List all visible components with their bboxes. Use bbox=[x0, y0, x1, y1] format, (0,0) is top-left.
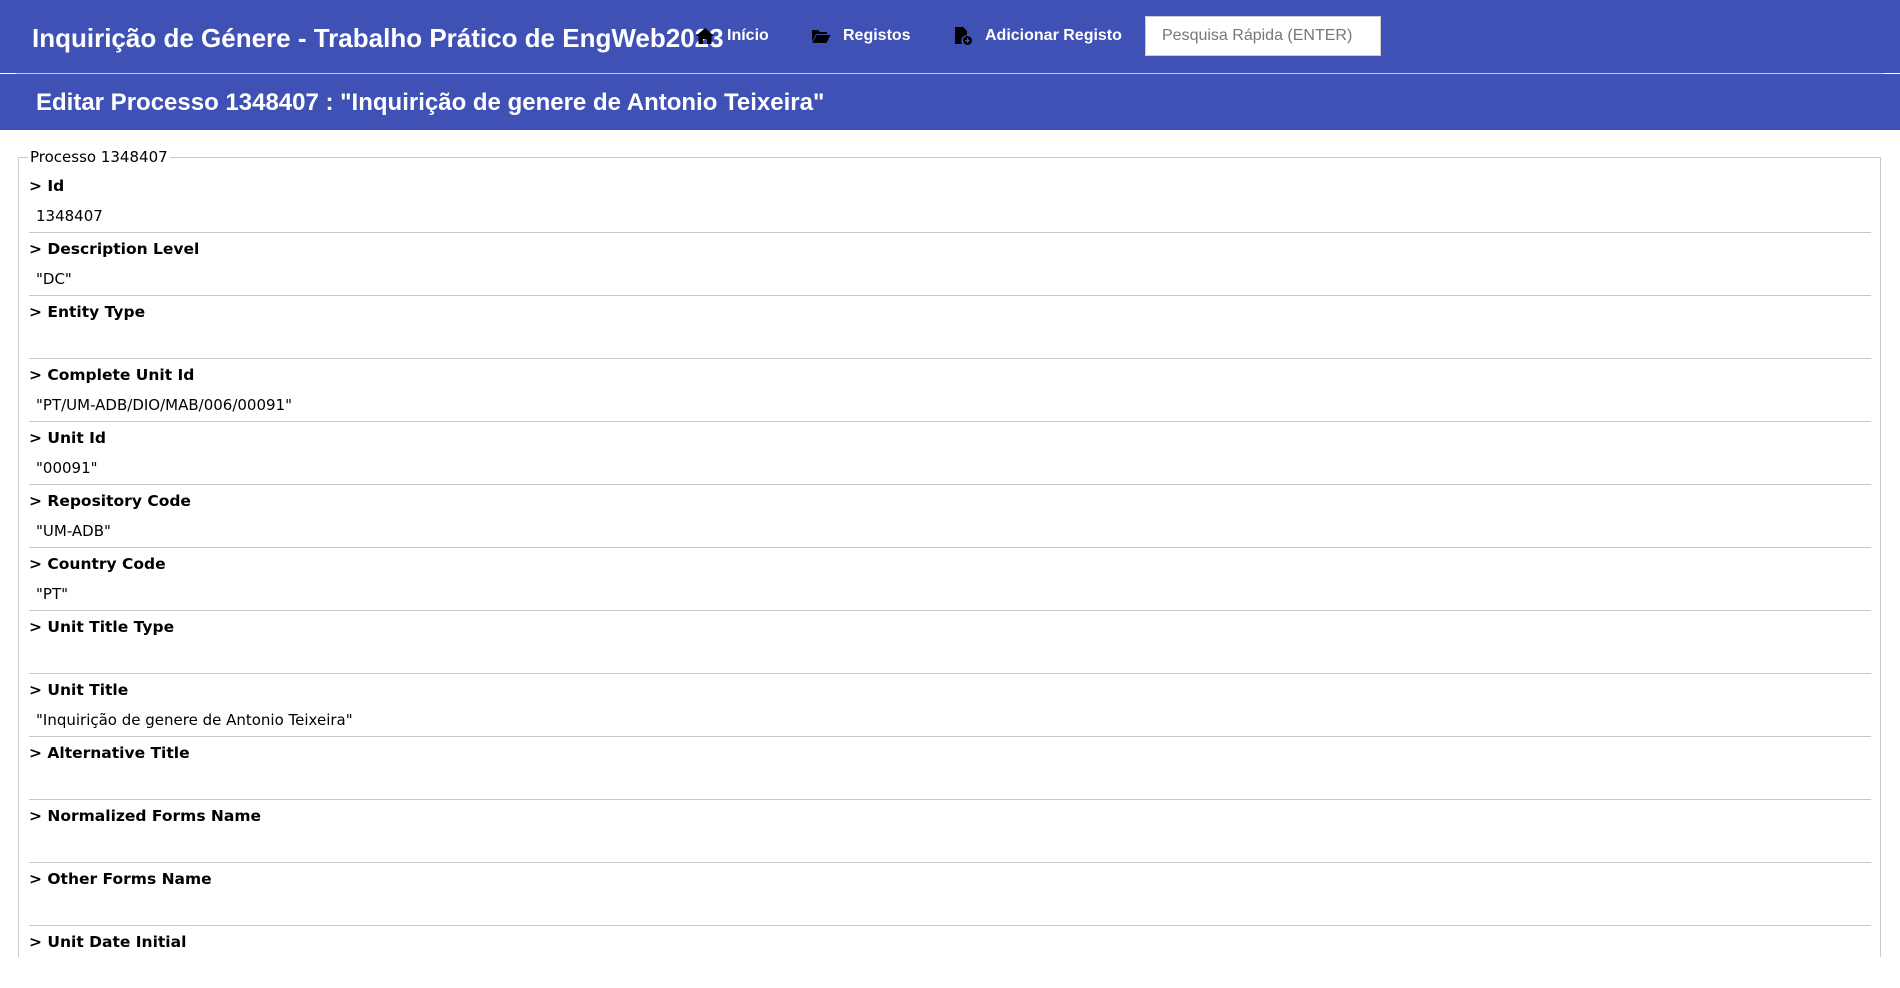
file-add-icon bbox=[953, 26, 985, 46]
field-label: > Normalized Forms Name bbox=[29, 807, 262, 825]
field-alternative-title: > Alternative Title bbox=[29, 737, 1871, 800]
field-label: > Unit Title Type bbox=[29, 618, 175, 636]
field-normalized-forms-name: > Normalized Forms Name bbox=[29, 800, 1871, 863]
app-title[interactable]: Inquirição de Génere - Trabalho Prático … bbox=[32, 22, 724, 54]
field-list: > Id 1348407 > Description Level "DC" > … bbox=[29, 170, 1871, 988]
nav-registos-label: Registos bbox=[843, 27, 911, 44]
quick-search-input[interactable] bbox=[1145, 16, 1381, 56]
folder-open-icon bbox=[811, 28, 843, 44]
nav-inicio-label: Início bbox=[727, 27, 769, 44]
field-label: > Country Code bbox=[29, 555, 166, 573]
nav-adicionar-registo-label: Adicionar Registo bbox=[985, 27, 1122, 44]
field-label: > Other Forms Name bbox=[29, 870, 212, 888]
field-value: 1348407 bbox=[36, 207, 103, 225]
field-complete-unit-id: > Complete Unit Id "PT/UM-ADB/DIO/MAB/00… bbox=[29, 359, 1871, 422]
field-unit-id: > Unit Id "00091" bbox=[29, 422, 1871, 485]
field-other-forms-name: > Other Forms Name bbox=[29, 863, 1871, 926]
field-label: > Repository Code bbox=[29, 492, 191, 510]
field-country-code: > Country Code "PT" bbox=[29, 548, 1871, 611]
field-value: "UM-ADB" bbox=[36, 522, 111, 540]
nav-adicionar-registo[interactable]: Adicionar Registo bbox=[953, 24, 1122, 48]
field-value: "00091" bbox=[36, 459, 98, 477]
field-label: > Entity Type bbox=[29, 303, 146, 321]
field-label: > Complete Unit Id bbox=[29, 366, 195, 384]
fieldset-legend: Processo 1348407 bbox=[28, 148, 170, 166]
field-unit-date-initial: > Unit Date Initial bbox=[29, 926, 1871, 988]
field-label: > Unit Date Initial bbox=[29, 933, 187, 951]
field-description-level: > Description Level "DC" bbox=[29, 233, 1871, 296]
field-unit-title: > Unit Title "Inquirição de genere de An… bbox=[29, 674, 1871, 737]
field-value: "PT/UM-ADB/DIO/MAB/006/00091" bbox=[36, 396, 293, 414]
field-label: > Id bbox=[29, 177, 65, 195]
field-label: > Description Level bbox=[29, 240, 200, 258]
home-icon bbox=[695, 27, 727, 45]
field-entity-type: > Entity Type bbox=[29, 296, 1871, 359]
field-value: "Inquirição de genere de Antonio Teixeir… bbox=[36, 711, 353, 729]
field-id: > Id 1348407 bbox=[29, 170, 1871, 233]
field-label: > Unit Title bbox=[29, 681, 129, 699]
field-unit-title-type: > Unit Title Type bbox=[29, 611, 1871, 674]
field-value: "DC" bbox=[36, 270, 72, 288]
nav-registos[interactable]: Registos bbox=[811, 24, 911, 48]
page-title: Editar Processo 1348407 : "Inquirição de… bbox=[36, 89, 825, 116]
nav-inicio[interactable]: Início bbox=[695, 24, 769, 48]
field-label: > Alternative Title bbox=[29, 744, 190, 762]
field-label: > Unit Id bbox=[29, 429, 106, 447]
field-value: "PT" bbox=[36, 585, 69, 603]
field-repository-code: > Repository Code "UM-ADB" bbox=[29, 485, 1871, 548]
